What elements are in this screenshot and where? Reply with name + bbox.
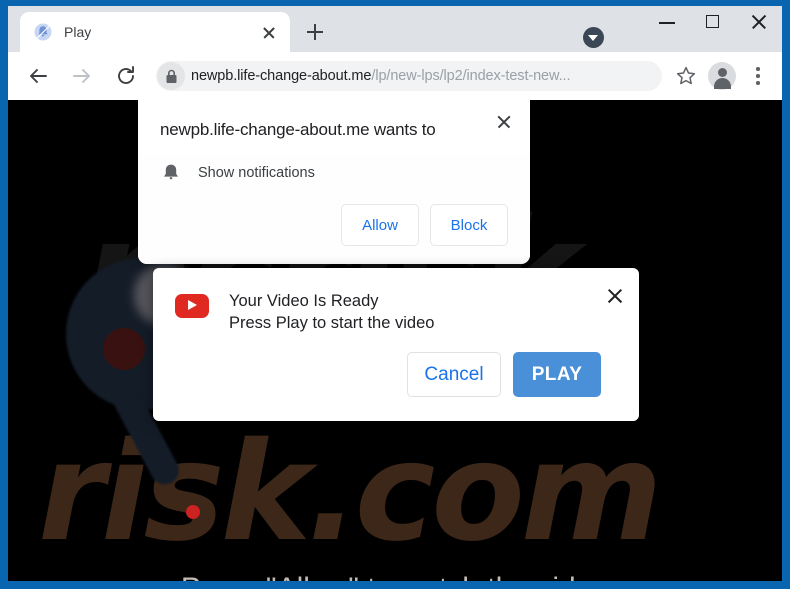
profile-avatar-icon[interactable] xyxy=(706,60,738,92)
page-viewport: pcrisk risk.com Press "Allow" to watch t… xyxy=(8,100,782,581)
allow-button[interactable]: Allow xyxy=(341,204,419,246)
notification-permission-bubble: newpb.life-change-about.me wants to Show… xyxy=(138,100,530,264)
block-button[interactable]: Block xyxy=(430,204,508,246)
tab-strip: Play xyxy=(8,6,782,52)
browser-window-frame: Play newpb.life-change-about.me/lp/new-l… xyxy=(0,0,790,589)
cancel-button[interactable]: Cancel xyxy=(407,352,501,397)
forward-button[interactable] xyxy=(66,60,98,92)
tab-title: Play xyxy=(64,24,92,40)
three-dots-vertical-icon xyxy=(756,67,760,85)
address-bar-text: newpb.life-change-about.me/lp/new-lps/lp… xyxy=(185,68,654,84)
video-ready-dialog: Your Video Is Ready Press Play to start … xyxy=(153,268,639,421)
bookmark-star-icon[interactable] xyxy=(670,60,702,92)
video-dialog-line2: Press Play to start the video xyxy=(229,314,435,332)
decor-blob xyxy=(186,505,200,519)
reload-button[interactable] xyxy=(110,60,142,92)
avatar xyxy=(708,62,736,90)
caret-down-circle-icon[interactable] xyxy=(583,27,604,48)
new-tab-button[interactable] xyxy=(300,17,330,47)
back-button[interactable] xyxy=(22,60,54,92)
decor-blob xyxy=(103,328,145,370)
lock-icon[interactable] xyxy=(157,62,185,90)
browser-window: Play newpb.life-change-about.me/lp/new-l… xyxy=(8,6,782,581)
bell-icon xyxy=(160,162,182,184)
page-cta-text: Press "Allow" to watch the video xyxy=(8,572,782,581)
browser-toolbar: newpb.life-change-about.me/lp/new-lps/lp… xyxy=(8,52,782,100)
permission-close-icon[interactable] xyxy=(492,110,516,134)
bell-favicon-icon xyxy=(34,23,52,41)
url-host: newpb.life-change-about.me xyxy=(191,68,372,84)
maximize-button[interactable] xyxy=(690,6,736,38)
browser-menu-icon[interactable] xyxy=(742,60,774,92)
play-button[interactable]: PLAY xyxy=(513,352,601,397)
permission-title: newpb.life-change-about.me wants to xyxy=(160,120,436,139)
permission-actions: Allow Block xyxy=(160,204,508,248)
permission-label: Show notifications xyxy=(198,165,315,181)
video-dialog-text: Your Video Is Ready Press Play to start … xyxy=(229,290,619,334)
url-path: /lp/new-lps/lp2/index-test-new... xyxy=(371,68,571,84)
video-dialog-line1: Your Video Is Ready xyxy=(229,292,379,310)
permission-row: Show notifications xyxy=(160,156,508,204)
window-controls xyxy=(644,6,782,52)
minimize-button[interactable] xyxy=(644,6,690,38)
close-window-button[interactable] xyxy=(736,6,782,38)
youtube-play-icon xyxy=(175,294,209,318)
video-dialog-close-icon[interactable] xyxy=(603,284,627,308)
address-bar[interactable]: newpb.life-change-about.me/lp/new-lps/lp… xyxy=(156,61,662,91)
tab-play[interactable]: Play xyxy=(20,12,290,52)
tab-close-icon[interactable] xyxy=(258,21,280,43)
permission-header: newpb.life-change-about.me wants to xyxy=(138,100,530,154)
video-dialog-actions: Cancel PLAY xyxy=(153,338,639,421)
permission-body: Show notifications Allow Block xyxy=(138,154,530,264)
video-dialog-header: Your Video Is Ready Press Play to start … xyxy=(153,268,639,338)
